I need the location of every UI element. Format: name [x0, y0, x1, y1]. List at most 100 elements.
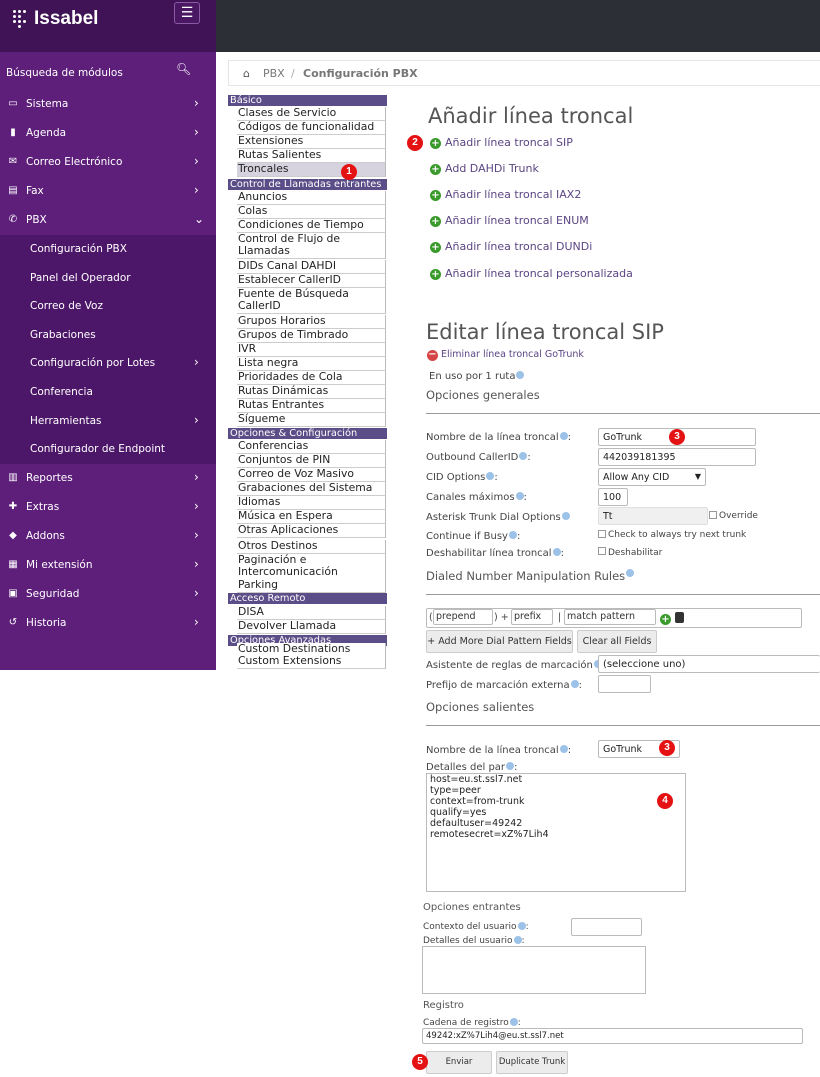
sidebar-subitem-1[interactable]: Panel del Operador	[0, 263, 216, 293]
help-icon[interactable]	[559, 432, 568, 440]
sidebar-subitem-4[interactable]: Configuración por Lotes ›	[0, 349, 216, 379]
menu-item[interactable]: Prioridades de Cola	[237, 371, 386, 385]
sidebar-subitem-7[interactable]: Configurador de Endpoint	[0, 435, 216, 465]
cid-options-select[interactable]: Allow Any CID ▼	[598, 468, 706, 486]
menu-item[interactable]: Correo de Voz Masivo	[237, 468, 386, 482]
module-search[interactable]: Búsqueda de módulos 🔍︎	[0, 52, 216, 90]
menu-item[interactable]: Establecer CallerID	[237, 274, 386, 288]
add-pattern-icon[interactable]: +	[660, 614, 671, 625]
prepend-input[interactable]: prepend	[433, 609, 493, 625]
menu-item[interactable]: Fuente de Búsqueda CallerID	[237, 288, 386, 314]
prefix-input[interactable]: prefix	[511, 609, 553, 625]
sidebar-item-reportes[interactable]: ▥ Reportes ›	[0, 464, 216, 493]
continue-busy-checkbox[interactable]	[598, 530, 606, 538]
clear-all-fields-button[interactable]: Clear all Fields	[577, 630, 657, 653]
registration-string-input[interactable]: 49242:xZ%7Lih4@eu.st.ssl7.net	[422, 1028, 803, 1044]
add-icon[interactable]: +	[430, 164, 441, 175]
help-icon[interactable]	[559, 745, 568, 753]
sidebar-item-correo-electr-nico[interactable]: ✉ Correo Electrónico ›	[0, 148, 216, 177]
help-icon[interactable]	[517, 922, 526, 930]
menu-item[interactable]: Lista negra	[237, 357, 386, 371]
delete-trunk-link[interactable]: Eliminar línea troncal GoTrunk	[441, 349, 584, 360]
help-icon[interactable]	[486, 472, 495, 480]
sidebar-subitem-6[interactable]: Herramientas ›	[0, 406, 216, 436]
sidebar-item-addons[interactable]: ◆ Addons ›	[0, 522, 216, 551]
sidebar-item-seguridad[interactable]: ▣ Seguridad ›	[0, 580, 216, 609]
delete-icon[interactable]: −	[427, 350, 438, 361]
help-icon[interactable]	[508, 531, 517, 539]
menu-item[interactable]: Colas	[237, 205, 386, 219]
sidebar-item-mi-extensi-n[interactable]: ▦ Mi extensión ›	[0, 551, 216, 580]
menu-item[interactable]: Códigos de funcionalidad	[237, 121, 386, 135]
menu-item[interactable]: Devolver Llamada	[237, 620, 386, 634]
help-icon[interactable]	[570, 680, 579, 688]
help-icon[interactable]	[506, 762, 515, 770]
help-icon[interactable]	[552, 548, 561, 556]
add-more-dial-pattern-button[interactable]: + Add More Dial Pattern Fields	[426, 630, 573, 653]
sidebar-item-sistema[interactable]: ▭ Sistema ›	[0, 90, 216, 119]
add-trunk-link[interactable]: Añadir línea troncal ENUM	[445, 214, 589, 227]
menu-item[interactable]: Troncales	[237, 163, 386, 177]
menu-item[interactable]: DISA	[237, 606, 386, 620]
add-trunk-link[interactable]: Añadir línea troncal IAX2	[445, 188, 581, 201]
dial-wizard-select[interactable]: (seleccione uno)	[598, 655, 820, 673]
menu-item[interactable]: Anuncios	[237, 191, 386, 205]
menu-item[interactable]: Extensiones	[237, 135, 386, 149]
trash-icon[interactable]	[675, 612, 684, 623]
submit-changes-button[interactable]: Enviar cambios	[426, 1051, 492, 1074]
match-pattern-input[interactable]: match pattern	[564, 609, 656, 625]
add-trunk-link[interactable]: Añadir línea troncal SIP	[445, 136, 573, 149]
user-context-input[interactable]	[571, 918, 642, 936]
duplicate-trunk-button[interactable]: Duplicate Trunk	[496, 1051, 568, 1074]
user-details-textarea[interactable]	[422, 946, 646, 994]
max-channels-input[interactable]: 100	[598, 488, 628, 506]
menu-item[interactable]: Clases de Servicio	[237, 107, 386, 121]
add-trunk-link[interactable]: Add DAHDi Trunk	[445, 162, 539, 175]
help-icon[interactable]	[519, 452, 528, 460]
menu-item[interactable]: Sígueme	[237, 413, 386, 427]
sidebar-item-extras[interactable]: ✚ Extras ›	[0, 493, 216, 522]
override-checkbox[interactable]	[709, 511, 717, 519]
menu-toggle-button[interactable]: ☰	[174, 2, 200, 24]
help-icon[interactable]	[515, 492, 524, 500]
peer-details-textarea[interactable]	[426, 773, 686, 892]
menu-item[interactable]: Otros Destinos	[237, 540, 386, 554]
menu-item[interactable]: Rutas Dinámicas	[237, 385, 386, 399]
menu-item[interactable]: IVR	[237, 343, 386, 357]
sidebar-subitem-2[interactable]: Correo de Voz	[0, 292, 216, 322]
menu-item[interactable]: Rutas Salientes	[237, 149, 386, 163]
menu-item[interactable]: Grabaciones del Sistema	[237, 482, 386, 496]
menu-item[interactable]: Condiciones de Tiempo	[237, 219, 386, 233]
add-icon[interactable]: +	[430, 269, 441, 280]
menu-item[interactable]: Control de Flujo de Llamadas	[237, 233, 386, 259]
sidebar-item-agenda[interactable]: ▮ Agenda ›	[0, 119, 216, 148]
help-icon[interactable]	[513, 936, 522, 944]
sidebar-item-historia[interactable]: ↺ Historia ›	[0, 609, 216, 638]
breadcrumb-pbx[interactable]: PBX	[263, 67, 285, 80]
menu-item[interactable]: Rutas Entrantes	[237, 399, 386, 413]
add-trunk-link[interactable]: Añadir línea troncal DUNDi	[445, 240, 592, 253]
add-icon[interactable]: +	[430, 190, 441, 201]
home-icon[interactable]: ⌂	[243, 67, 250, 80]
sidebar-subitem-0[interactable]: Configuración PBX	[0, 235, 216, 264]
sidebar-subitem-5[interactable]: Conferencia	[0, 378, 216, 407]
menu-item[interactable]: Conjuntos de PIN	[237, 454, 386, 468]
add-icon[interactable]: +	[430, 138, 441, 149]
outbound-callerid-input[interactable]: 442039181395	[598, 448, 756, 466]
add-trunk-link[interactable]: Añadir línea troncal personalizada	[445, 267, 633, 280]
external-prefix-input[interactable]	[598, 675, 651, 693]
menu-item[interactable]: Música en Espera	[237, 510, 386, 524]
add-icon[interactable]: +	[430, 216, 441, 227]
sidebar-item-pbx[interactable]: ✆ PBX ⌄	[0, 206, 216, 235]
help-icon[interactable]	[626, 569, 635, 577]
help-icon[interactable]	[516, 371, 525, 379]
menu-item[interactable]: Parking	[237, 579, 386, 593]
help-icon[interactable]	[561, 512, 570, 520]
menu-item[interactable]: Grupos Horarios	[237, 315, 386, 329]
dial-options-input[interactable]: Tt	[598, 507, 708, 525]
disable-trunk-checkbox[interactable]	[598, 547, 606, 555]
sidebar-subitem-3[interactable]: Grabaciones	[0, 320, 216, 350]
add-icon[interactable]: +	[430, 242, 441, 253]
menu-item[interactable]: Conferencias	[237, 440, 386, 454]
menu-item[interactable]: Grupos de Timbrado	[237, 329, 386, 343]
